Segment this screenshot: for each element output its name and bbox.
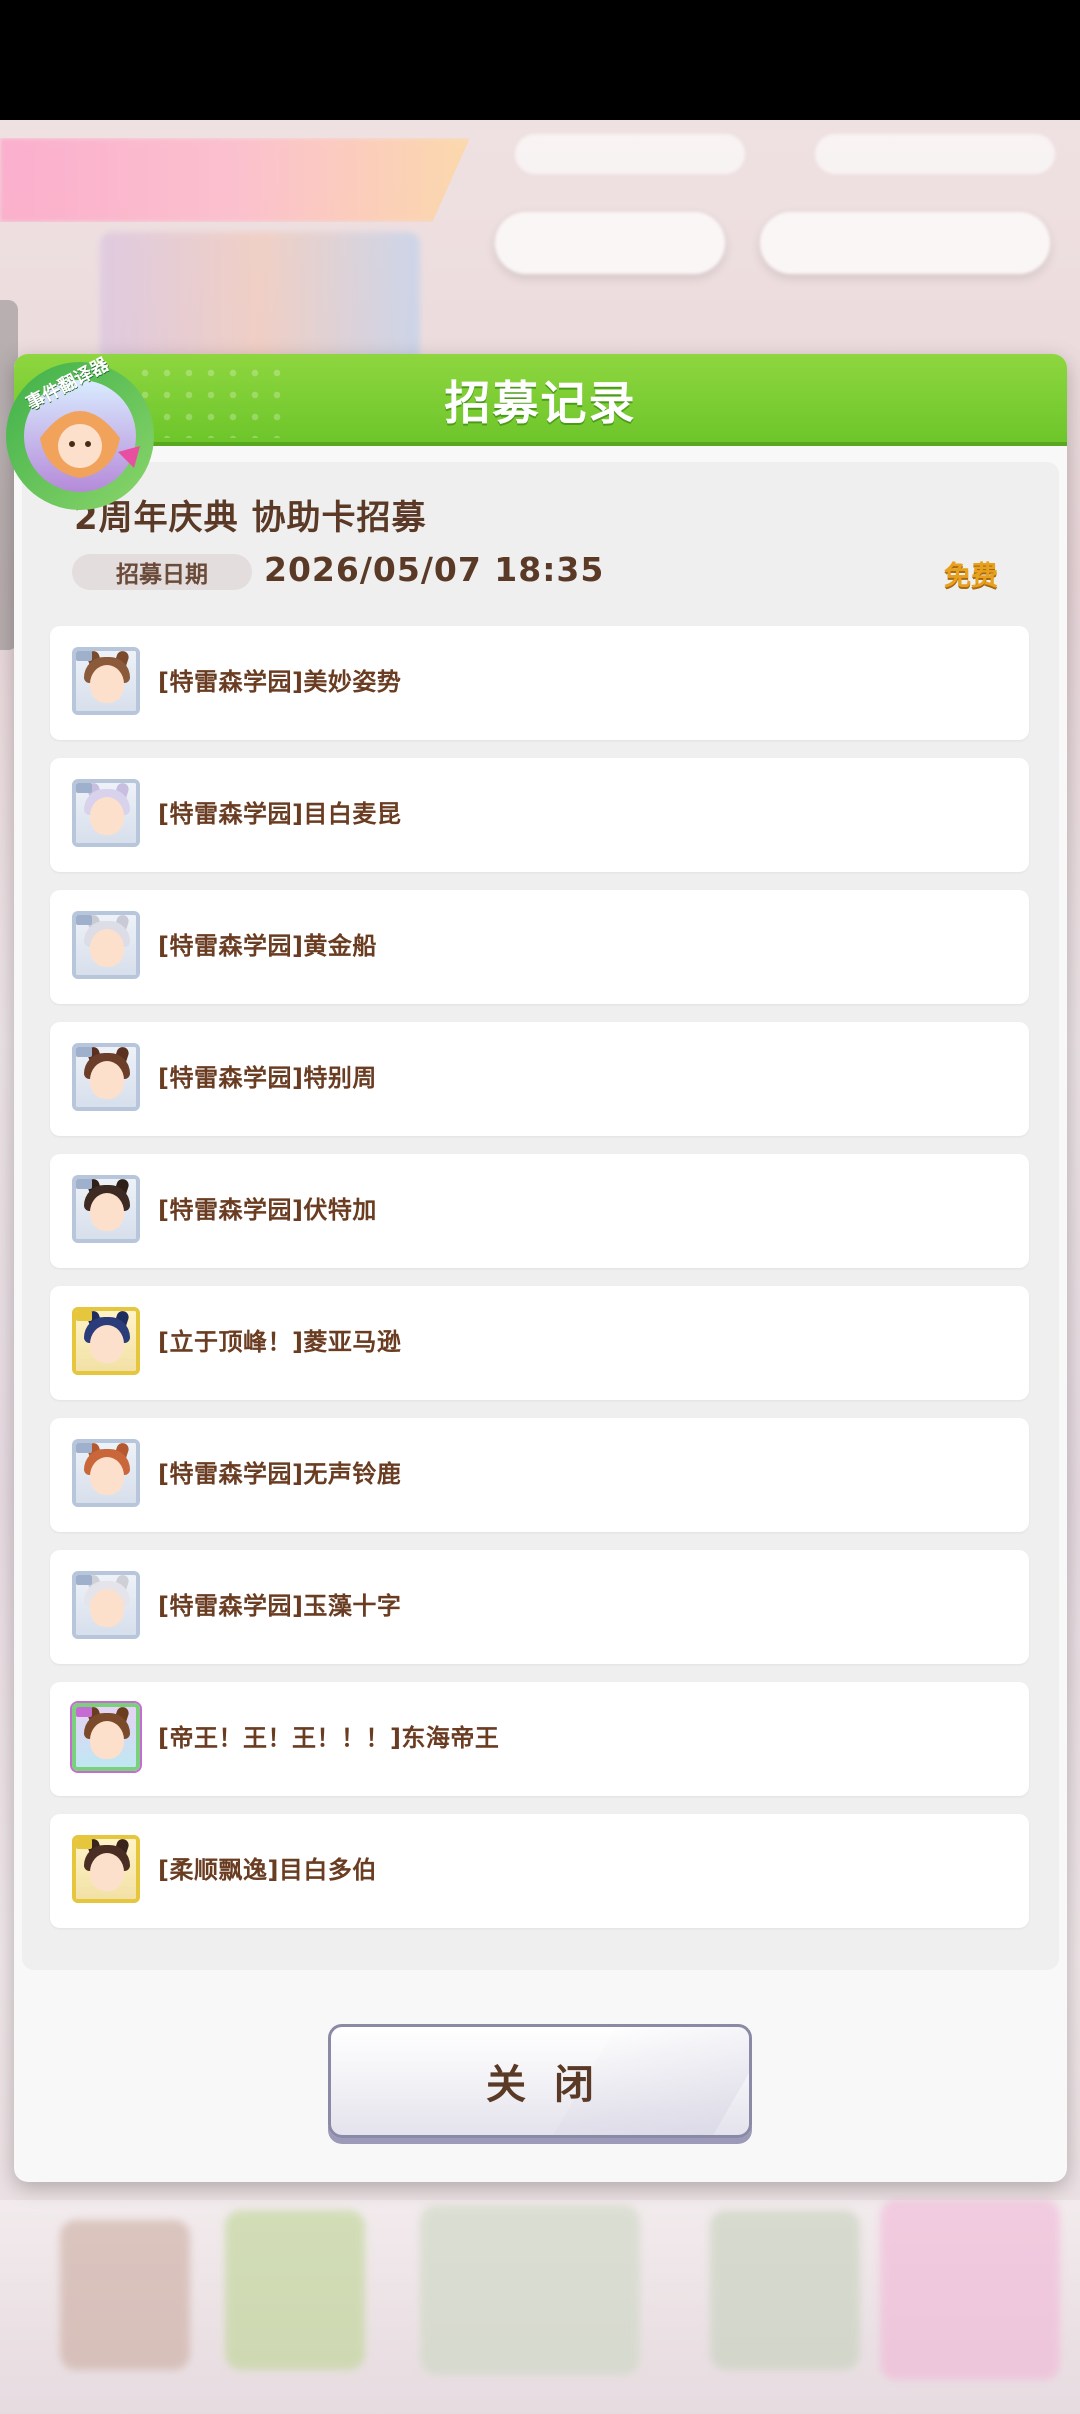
translator-badge[interactable]: 事件翻译器 [0, 354, 166, 514]
bg-nav-item [60, 2220, 190, 2370]
face-shape [90, 1721, 124, 1759]
bg-nav-item [420, 2205, 640, 2375]
close-button-label: 关闭 [486, 2062, 622, 2108]
card-name: [柔顺飘逸]目白多伯 [158, 1856, 377, 1884]
card-name: [特雷森学园]无声铃鹿 [158, 1460, 402, 1488]
close-button[interactable]: 关闭 [328, 2024, 752, 2138]
free-badge: 免费 [944, 561, 998, 592]
support-card-icon[interactable] [72, 1703, 140, 1771]
support-card-icon[interactable] [72, 779, 140, 847]
support-card-icon[interactable] [72, 647, 140, 715]
support-card-icon[interactable] [72, 1835, 140, 1903]
result-list-item[interactable]: [立于顶峰！]菱亚马逊 [50, 1286, 1029, 1400]
status-bar [0, 0, 1080, 120]
rarity-marker [76, 1575, 92, 1585]
result-list-item[interactable]: [特雷森学园]无声铃鹿 [50, 1418, 1029, 1532]
rarity-marker [76, 1839, 92, 1849]
support-card-icon[interactable] [72, 1439, 140, 1507]
face-shape [90, 929, 124, 967]
bg-bottom-nav [0, 2200, 1080, 2414]
face-shape [90, 1853, 124, 1891]
rarity-marker [76, 783, 92, 793]
card-name: [特雷森学园]美妙姿势 [158, 668, 402, 696]
face-shape [90, 797, 124, 835]
rarity-marker [76, 1311, 92, 1321]
face-shape [90, 1589, 124, 1627]
bg-banner-image [100, 232, 420, 362]
card-name: [特雷森学园]玉藻十字 [158, 1592, 402, 1620]
rarity-marker [76, 1179, 92, 1189]
dialog-title: 招募记录 [444, 376, 637, 430]
rarity-marker [76, 1443, 92, 1453]
date-label: 招募日期 [72, 554, 252, 590]
result-list-item[interactable]: [柔顺飘逸]目白多伯 [50, 1814, 1029, 1928]
face-shape [90, 665, 124, 703]
rarity-marker [76, 651, 92, 661]
card-name: [特雷森学园]黄金船 [158, 932, 377, 960]
card-name: [立于顶峰！]菱亚马逊 [158, 1328, 402, 1356]
bg-currency-pill [515, 134, 745, 174]
support-card-icon[interactable] [72, 1307, 140, 1375]
result-list-item[interactable]: [特雷森学园]伏特加 [50, 1154, 1029, 1268]
result-list-item[interactable]: [特雷森学园]美妙姿势 [50, 626, 1029, 740]
card-name: [特雷森学园]特别周 [158, 1064, 377, 1092]
bg-currency-pill [815, 134, 1055, 174]
face-shape [90, 1193, 124, 1231]
rarity-marker [76, 1707, 92, 1717]
result-list-item[interactable]: [帝王！王！王！！！]东海帝王 [50, 1682, 1029, 1796]
result-list-item[interactable]: [特雷森学园]玉藻十字 [50, 1550, 1029, 1664]
card-name: [特雷森学园]伏特加 [158, 1196, 377, 1224]
support-card-icon[interactable] [72, 911, 140, 979]
bg-button [760, 212, 1050, 274]
result-list-item[interactable]: [特雷森学园]目白麦昆 [50, 758, 1029, 872]
result-list-item[interactable]: [特雷森学园]特别周 [50, 1022, 1029, 1136]
card-name: [特雷森学园]目白麦昆 [158, 800, 402, 828]
bg-nav-item [880, 2200, 1060, 2380]
bg-nav-item [710, 2210, 860, 2370]
result-list-item[interactable]: [特雷森学园]黄金船 [50, 890, 1029, 1004]
bg-button [495, 212, 725, 274]
bg-title-banner [0, 138, 470, 222]
rarity-marker [76, 915, 92, 925]
date-value: 2026/05/07 18:35 [264, 550, 605, 589]
support-card-icon[interactable] [72, 1571, 140, 1639]
rarity-marker [76, 1047, 92, 1057]
card-name: [帝王！王！王！！！]东海帝王 [158, 1724, 500, 1752]
face-shape [90, 1457, 124, 1495]
face-shape [90, 1325, 124, 1363]
bg-nav-item [225, 2210, 365, 2370]
result-list[interactable]: [特雷森学园]美妙姿势 [特雷森学园]目白麦昆 [特雷森学园]黄金船 [特雷森学园]特… [50, 626, 1029, 1946]
support-card-icon[interactable] [72, 1043, 140, 1111]
dialog-header: 招募记录 [14, 354, 1067, 446]
face-shape [90, 1061, 124, 1099]
support-card-icon[interactable] [72, 1175, 140, 1243]
recruit-history-dialog: 招募记录 2周年庆典 协助卡招募 招募日期 2026/05/07 18:35 免… [14, 354, 1067, 2182]
